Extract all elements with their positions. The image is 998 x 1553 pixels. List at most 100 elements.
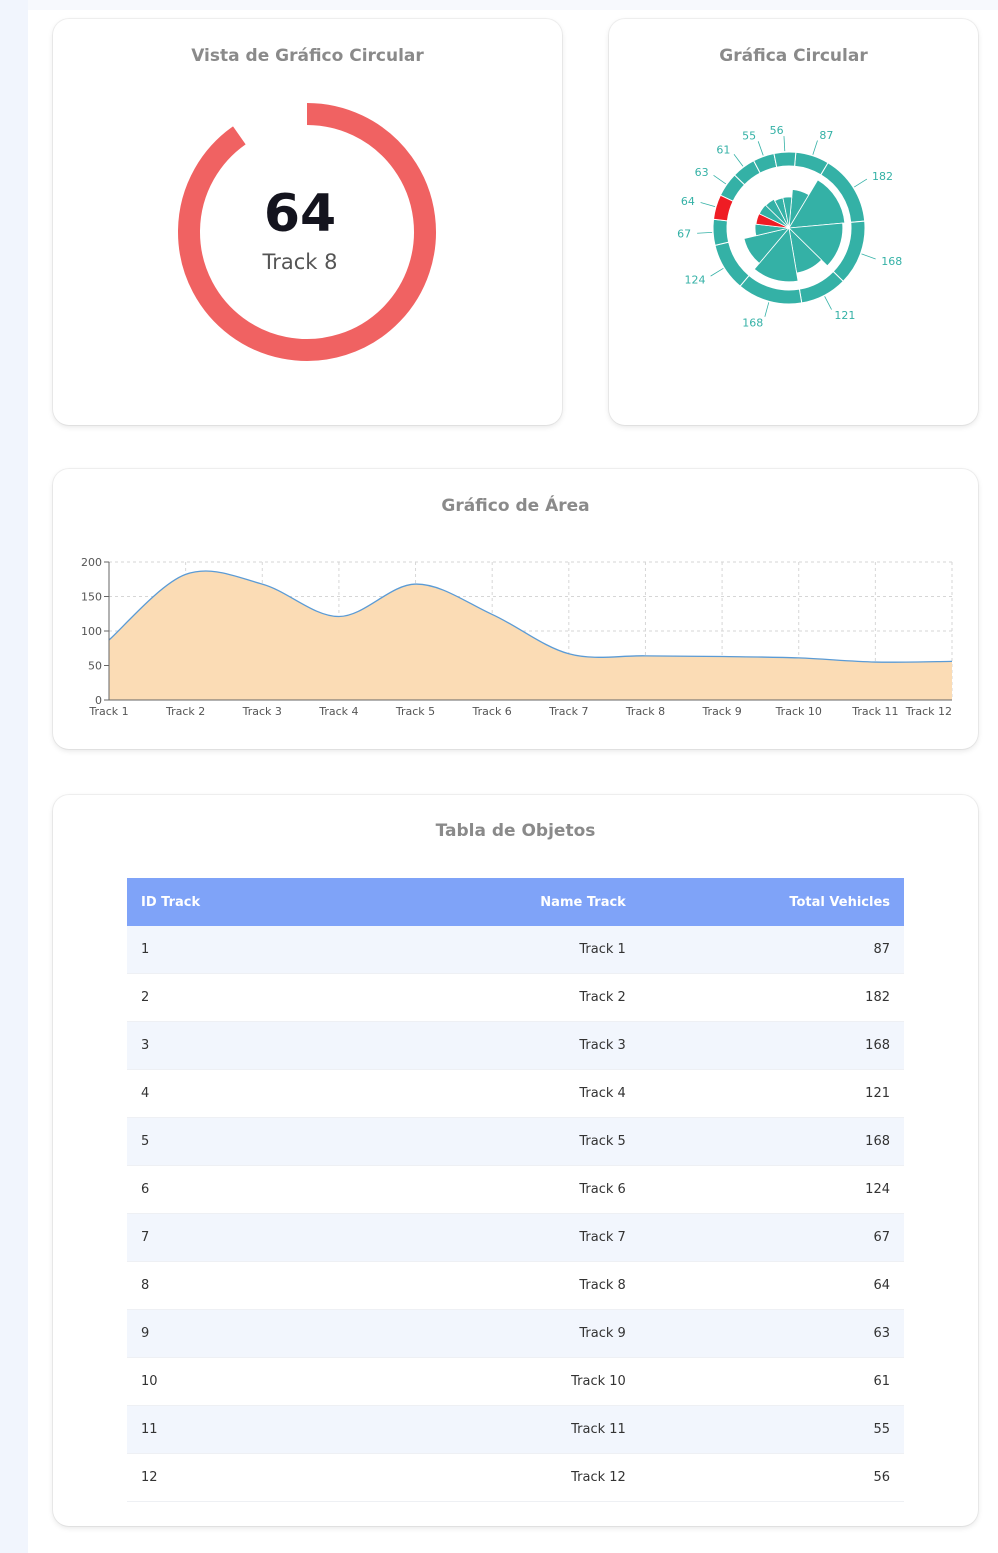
cell-total: 56 [639, 1453, 904, 1502]
cell-name: Track 5 [383, 1117, 640, 1166]
column-header-total[interactable]: Total Vehicles [639, 878, 904, 926]
table-row: 5 Track 5 168 [127, 1117, 904, 1166]
pie-leader-line [861, 253, 876, 260]
objects-table: ID Track Name Track Total Vehicles 1 Trac… [127, 878, 904, 1502]
cell-name: Track 7 [383, 1213, 640, 1262]
pie-value-label: 168 [742, 317, 763, 330]
rose-card: Gráfica Circular 87 182 168 121 168 124 67 64 63… [609, 19, 978, 425]
cell-id: 8 [127, 1261, 384, 1310]
area-card: Gráfico de Área 0 50 100 150 200 Track 1 Track… [53, 469, 978, 749]
area-y-tick-label: 200 [81, 556, 102, 569]
table-card-title: Tabla de Objetos [435, 821, 596, 841]
area-x-tick-label: Track 10 [775, 705, 822, 718]
cell-name: Track 11 [383, 1405, 640, 1454]
rose-chart: 87 182 168 121 168 124 67 64 63 61 55 56 [677, 124, 902, 330]
table-row: 7 Track 7 67 [127, 1213, 904, 1262]
pie-leader-line [783, 136, 786, 152]
sidebar-rail [0, 0, 28, 1553]
pie-ring-segment [712, 218, 730, 246]
area-x-tick-label: Track 3 [242, 705, 282, 718]
cell-name: Track 10 [383, 1357, 640, 1406]
cell-id: 7 [127, 1213, 384, 1262]
pie-leader-line [853, 178, 868, 188]
pie-leader-line [733, 154, 744, 167]
cell-total: 67 [639, 1213, 904, 1262]
cell-id: 12 [127, 1453, 384, 1502]
pie-value-label: 61 [716, 143, 730, 156]
pie-ring-segment [798, 270, 844, 304]
pie-leader-line [697, 232, 713, 234]
area-x-tick-label: Track 11 [851, 705, 898, 718]
cell-total: 63 [639, 1309, 904, 1358]
cell-total: 64 [639, 1261, 904, 1310]
table-row: 3 Track 3 168 [127, 1021, 904, 1070]
cell-id: 6 [127, 1165, 384, 1214]
cell-name: Track 12 [383, 1453, 640, 1502]
pie-value-label: 63 [695, 166, 709, 179]
top-strip [28, 0, 998, 10]
cell-id: 9 [127, 1309, 384, 1358]
table-row: 11 Track 11 55 [127, 1405, 904, 1454]
area-y-tick-label: 50 [88, 660, 102, 673]
pie-value-label: 67 [677, 228, 691, 241]
column-header-id[interactable]: ID Track [127, 878, 384, 926]
pie-ring-segment [714, 241, 750, 287]
cell-name: Track 4 [383, 1069, 640, 1118]
cell-total: 182 [639, 973, 904, 1022]
area-chart: 050100150200Track 1 Track 2 Track 3 Track 4… [81, 556, 953, 718]
table-row: 2 Track 2 182 [127, 973, 904, 1022]
cell-id: 1 [127, 926, 384, 974]
cell-id: 5 [127, 1117, 384, 1166]
cell-total: 168 [639, 1117, 904, 1166]
column-header-name[interactable]: Name Track [383, 878, 640, 926]
area-x-tick-label: Track 7 [548, 705, 588, 718]
table-row: 6 Track 6 124 [127, 1165, 904, 1214]
pie-value-label: 55 [742, 130, 756, 143]
area-x-tick-label: Track 8 [625, 705, 665, 718]
cell-total: 168 [639, 1021, 904, 1070]
cell-name: Track 1 [383, 926, 640, 974]
cell-id: 10 [127, 1357, 384, 1406]
pie-value-label: 87 [819, 129, 833, 142]
area-x-tick-label: Track 9 [701, 705, 741, 718]
area-x-tick-label: Track 4 [318, 705, 358, 718]
gauge-label: Track 8 [262, 250, 338, 274]
pie-leader-line [757, 141, 764, 156]
pie-value-label: 121 [834, 309, 855, 322]
pie-ring-segment [773, 151, 797, 168]
pie-leader-line [764, 302, 770, 317]
area-y-tick-label: 150 [81, 591, 102, 604]
pie-leader-line [824, 296, 832, 310]
area-x-tick-label: Track 5 [395, 705, 435, 718]
gauge-card: Vista de Gráfico Circular 64 Track 8 [53, 19, 562, 425]
cell-total: 87 [639, 926, 904, 974]
pie-value-label: 124 [684, 273, 705, 286]
area-x-tick-label: Track 12 [905, 705, 952, 718]
table-row: 1 Track 1 87 [127, 926, 904, 974]
table-card: Tabla de Objetos ID Track Name Track Tot… [53, 795, 978, 1526]
table-row: 10 Track 10 61 [127, 1357, 904, 1406]
gauge-value: 64 [263, 184, 337, 244]
table-row: 4 Track 4 121 [127, 1069, 904, 1118]
area-y-tick-label: 100 [81, 625, 102, 638]
cell-name: Track 3 [383, 1021, 640, 1070]
area-x-tick-label: Track 6 [472, 705, 512, 718]
pie-value-label: 56 [770, 124, 784, 137]
area-x-tick-label: Track 2 [165, 705, 205, 718]
pie-leader-line [713, 175, 727, 185]
pie-value-label: 168 [881, 255, 902, 268]
table-row: 8 Track 8 64 [127, 1261, 904, 1310]
pie-leader-line [700, 202, 716, 208]
table-row: 9 Track 9 63 [127, 1309, 904, 1358]
cell-name: Track 6 [383, 1165, 640, 1214]
pie-leader-line [710, 267, 724, 277]
cell-total: 61 [639, 1357, 904, 1406]
table-header-row: ID Track Name Track Total Vehicles [127, 878, 904, 926]
cell-total: 55 [639, 1405, 904, 1454]
cell-name: Track 2 [383, 973, 640, 1022]
cell-id: 4 [127, 1069, 384, 1118]
pie-leader-line [812, 140, 818, 155]
table-row: 12 Track 12 56 [127, 1453, 904, 1502]
cell-id: 2 [127, 973, 384, 1022]
cell-id: 11 [127, 1405, 384, 1454]
